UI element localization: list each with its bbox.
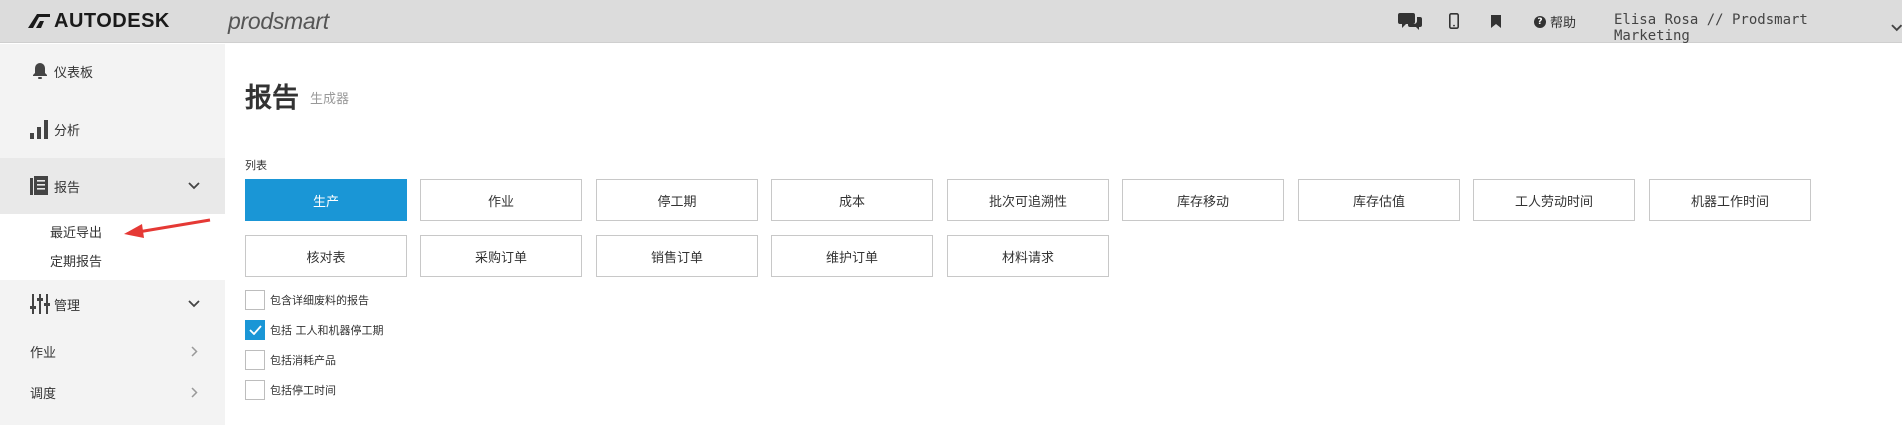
sidebar-subitem-recent-exports[interactable]: 最近导出	[50, 222, 102, 241]
chat-icon[interactable]	[1397, 10, 1423, 32]
sidebar-item-label: 仪表板	[54, 65, 94, 81]
help-label: 帮助	[1550, 16, 1577, 31]
sidebar-item-dashboard[interactable]: 仪表板	[0, 56, 225, 86]
sidebar-item-label: 分析	[54, 123, 81, 139]
list-section-label: 列表	[245, 159, 267, 172]
checkbox-label: 包括消耗产品	[270, 354, 336, 367]
report-button-downtime[interactable]: 停工期	[596, 179, 758, 221]
sidebar-item-label: 调度	[30, 386, 57, 402]
help-icon: ?	[1534, 15, 1546, 28]
sidebar-item-management[interactable]: 管理	[0, 284, 225, 324]
mobile-icon[interactable]	[1447, 10, 1461, 32]
help-link[interactable]: ? 帮助	[1534, 12, 1576, 31]
product-name[interactable]: prodsmart	[228, 8, 329, 35]
report-button-worker-labor-time[interactable]: 工人劳动时间	[1473, 179, 1635, 221]
option-worker-machine-downtime[interactable]: 包括 工人和机器停工期	[245, 320, 384, 340]
report-button-checklist[interactable]: 核对表	[245, 235, 407, 277]
reports-submenu: 最近导出 定期报告	[0, 214, 225, 280]
report-button-stock-movement[interactable]: 库存移动	[1122, 179, 1284, 221]
report-button-material-requests[interactable]: 材料请求	[947, 235, 1109, 277]
bookmark-icon[interactable]	[1490, 10, 1502, 32]
checkbox[interactable]	[245, 290, 265, 310]
user-label: Elisa Rosa // Prodsmart Marketing	[1614, 12, 1808, 44]
sidebar-subitem-scheduled-reports[interactable]: 定期报告	[50, 251, 102, 270]
chevron-right-icon	[191, 386, 198, 398]
report-button-purchase-orders[interactable]: 采购订单	[420, 235, 582, 277]
checkbox[interactable]	[245, 350, 265, 370]
annotation-arrow	[124, 218, 211, 238]
sliders-icon	[30, 294, 50, 314]
report-button-machine-work-time[interactable]: 机器工作时间	[1649, 179, 1811, 221]
autodesk-logo-icon	[28, 14, 50, 28]
check-icon	[248, 325, 262, 335]
option-consumed-products[interactable]: 包括消耗产品	[245, 350, 336, 370]
chevron-down-icon	[188, 300, 200, 308]
report-button-jobs[interactable]: 作业	[420, 179, 582, 221]
report-button-batch-traceability[interactable]: 批次可追溯性	[947, 179, 1109, 221]
sidebar-item-analysis[interactable]: 分析	[0, 114, 225, 144]
report-button-cost[interactable]: 成本	[771, 179, 933, 221]
brand-name: AUTODESK	[54, 9, 170, 32]
checkbox-checked[interactable]	[245, 320, 265, 340]
report-button-maintenance-orders[interactable]: 维护订单	[771, 235, 933, 277]
page-title: 报告	[245, 83, 299, 114]
report-icon	[30, 176, 48, 195]
user-menu[interactable]: Elisa Rosa // Prodsmart Marketing	[1614, 12, 1902, 44]
page-subtitle: 生成器	[310, 92, 350, 107]
chevron-down-icon	[188, 182, 200, 190]
sidebar-item-label: 管理	[54, 298, 81, 314]
sidebar-item-label: 作业	[30, 345, 57, 361]
option-detailed-scrap[interactable]: 包含详细废料的报告	[245, 290, 369, 310]
sidebar-item-jobs[interactable]: 作业	[0, 336, 225, 366]
chevron-down-icon	[1890, 24, 1902, 32]
autodesk-logo[interactable]: AUTODESK	[28, 9, 170, 32]
sidebar-item-label: 报告	[54, 180, 81, 196]
bell-icon	[33, 63, 47, 79]
checkbox-label: 包括停工时间	[270, 384, 336, 397]
checkbox-label: 包括 工人和机器停工期	[270, 324, 384, 337]
sidebar-item-reports[interactable]: 报告	[0, 158, 225, 214]
report-button-production[interactable]: 生产	[245, 179, 407, 221]
checkbox-label: 包含详细废料的报告	[270, 294, 369, 307]
chevron-right-icon	[191, 345, 198, 357]
report-button-stock-valuation[interactable]: 库存估值	[1298, 179, 1460, 221]
sidebar: 仪表板 分析 报告 最近导出 定期报告 管理 作业 调度	[0, 44, 225, 425]
report-button-sales-orders[interactable]: 销售订单	[596, 235, 758, 277]
checkbox[interactable]	[245, 380, 265, 400]
top-bar: AUTODESK prodsmart ? 帮助 Elisa Rosa // Pr…	[0, 0, 1902, 44]
option-downtime-hours[interactable]: 包括停工时间	[245, 380, 336, 400]
sidebar-item-scheduling[interactable]: 调度	[0, 377, 225, 407]
bar-chart-icon	[30, 120, 48, 139]
